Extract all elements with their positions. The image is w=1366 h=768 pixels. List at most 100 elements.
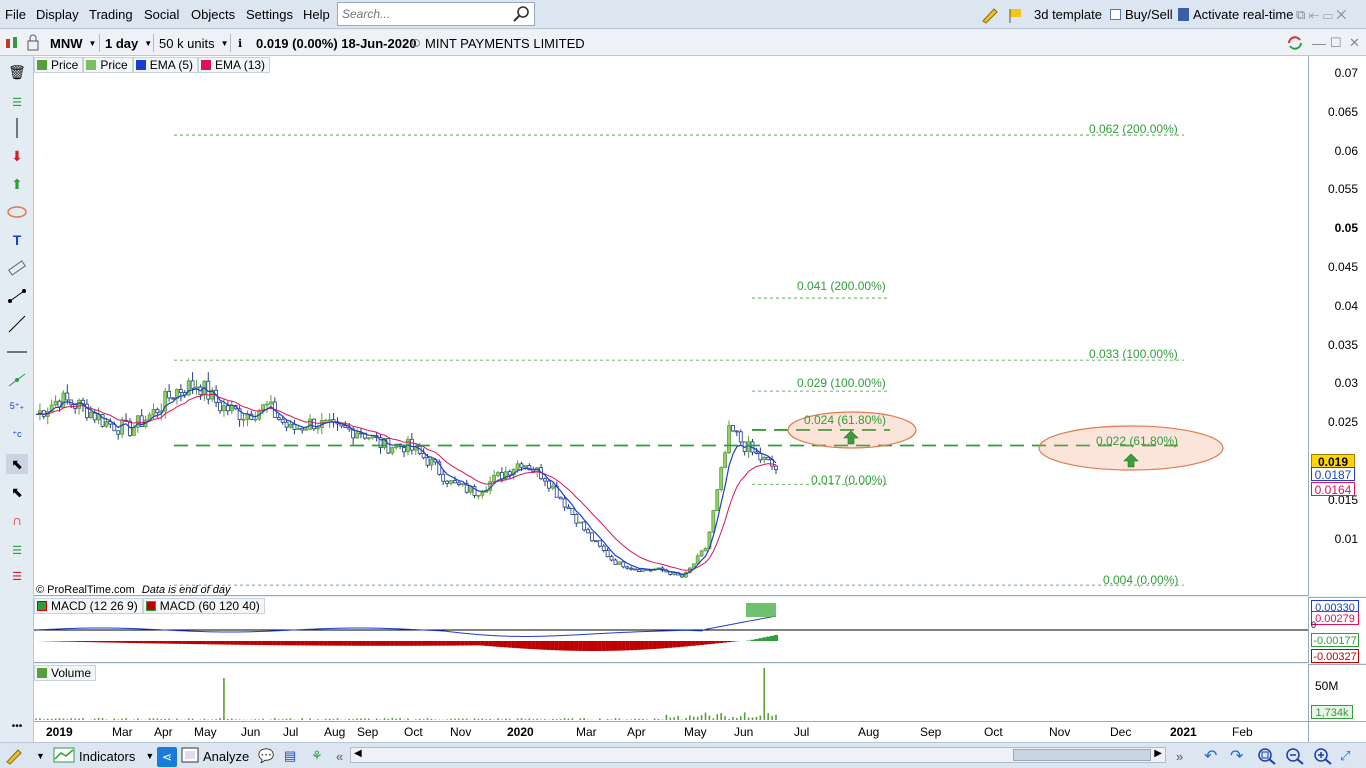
close-icon[interactable]: ✕ <box>1349 33 1360 53</box>
menu-settings[interactable]: Settings <box>246 7 293 22</box>
scroll-end-icon[interactable]: » <box>1176 747 1183 765</box>
minimize-icon[interactable]: — <box>1312 33 1326 53</box>
units-dropdown[interactable]: 50 k units ▼ <box>159 33 229 53</box>
fib-up-icon[interactable]: ☰ <box>6 540 28 560</box>
channel-tool-icon[interactable] <box>6 370 28 390</box>
chat-icon[interactable]: 💬 <box>258 747 274 765</box>
more-tools-icon[interactable]: ••• <box>6 716 28 736</box>
scroll-left-double-icon[interactable]: « <box>336 747 343 765</box>
volume-bar <box>277 719 280 720</box>
search-input[interactable] <box>338 3 508 25</box>
horizontal-line-icon[interactable] <box>6 342 28 362</box>
fullscreen-icon[interactable]: ⤢ <box>1340 747 1350 765</box>
legend-ema13[interactable]: EMA (13) <box>198 57 271 73</box>
buy-arrow-icon[interactable]: ⬆ <box>6 174 28 194</box>
fibonacci-tool-icon[interactable]: ☰ <box>6 92 28 112</box>
price-axis[interactable]: 0.07 0.065 0.06 0.055 0.05 0.045 0.04 0.… <box>1308 56 1366 596</box>
legend-price2[interactable]: Price <box>83 57 133 73</box>
alert-icon[interactable]: ⚘ <box>311 747 323 765</box>
chart-window-icon[interactable]: ▤ <box>284 747 296 765</box>
segment-tool-icon[interactable] <box>6 286 28 306</box>
maximize-icon[interactable]: ☐ <box>1330 33 1342 53</box>
window-tools-icon[interactable]: ⧉ ⇤ ▭ ✕ <box>1292 4 1350 25</box>
date-tick: Aug <box>858 725 880 739</box>
volume-axis[interactable]: 50M 1,734k <box>1308 664 1366 721</box>
analyze-button[interactable]: Analyze <box>181 747 249 765</box>
horizontal-scrollbar[interactable]: ◀ ▶ <box>350 747 1166 763</box>
symbol-dropdown[interactable]: MNW ▼ <box>50 33 96 53</box>
refresh-icon[interactable] <box>1286 33 1304 53</box>
share-icon[interactable]: ⋖ <box>157 747 177 767</box>
pencil-icon[interactable] <box>976 4 1004 25</box>
menu-social[interactable]: Social <box>144 7 179 22</box>
price-bar <box>421 453 426 459</box>
zoom-out-icon[interactable] <box>1285 747 1305 765</box>
watermark: © ProRealTime.com Data is end of day <box>36 584 231 596</box>
date-tick: Apr <box>627 725 646 739</box>
info-icon[interactable]: ℹ <box>238 33 242 53</box>
volume-bar <box>653 718 656 720</box>
legend-price1[interactable]: Price <box>34 57 84 73</box>
volume-bar <box>219 718 221 720</box>
scroll-right-icon[interactable]: ▶ <box>1154 748 1162 759</box>
search-icon[interactable] <box>512 5 530 26</box>
menu-help[interactable]: Help <box>303 7 330 22</box>
menu-display[interactable]: Display <box>36 7 79 22</box>
text-tool-icon[interactable]: T <box>6 230 28 250</box>
volume-bar <box>461 718 464 720</box>
zoom-in-icon[interactable] <box>1313 747 1333 765</box>
legend-macd2[interactable]: MACD (60 120 40) <box>142 598 265 614</box>
pointer-tool-icon[interactable]: ⬉ <box>6 454 28 474</box>
zoom-pointer-icon[interactable]: ⬉ <box>6 482 28 502</box>
macd-axis[interactable]: 0.00330 0.00279 0 -0.00177 -0.00327 <box>1308 597 1366 663</box>
trendline-tool-icon[interactable] <box>6 314 28 334</box>
legend-ema5[interactable]: EMA (5) <box>132 57 199 73</box>
ruler-icon[interactable] <box>6 258 28 278</box>
macd-pane[interactable]: MACD (12 26 9) MACD (60 120 40) <box>34 597 1308 663</box>
price-bar <box>323 419 328 422</box>
flag-icon[interactable] <box>1002 4 1028 25</box>
template-button[interactable]: 3d template <box>1030 4 1106 25</box>
magnet-icon[interactable]: ∩ <box>6 510 28 530</box>
price-bar <box>719 467 724 490</box>
price-bar <box>621 561 626 568</box>
menu-trading[interactable]: Trading <box>89 7 133 22</box>
activate-realtime-button[interactable]: Activate real-time <box>1174 4 1297 25</box>
period-dropdown[interactable]: 1 day ▼ <box>105 33 152 53</box>
menu-objects[interactable]: Objects <box>191 7 235 22</box>
undo-icon[interactable]: ↶ <box>1204 747 1217 765</box>
price-bar <box>425 457 430 466</box>
volume-pane[interactable]: Volume <box>34 664 1308 721</box>
volume-bar <box>215 719 217 720</box>
vertical-line-icon[interactable] <box>6 118 28 138</box>
fib-down-icon[interactable]: ☰ <box>6 566 28 586</box>
redo-icon[interactable]: ↷ <box>1230 747 1243 765</box>
price-chart-pane[interactable]: Price Price EMA (5) EMA (13) © ProRealTi… <box>34 56 1308 596</box>
chart-type-icon[interactable] <box>4 33 20 53</box>
buysell-button[interactable]: Buy/Sell <box>1106 4 1177 25</box>
lock-icon[interactable] <box>25 33 41 53</box>
price-bar <box>429 458 434 466</box>
volume-bar <box>540 719 542 720</box>
price-bar <box>304 428 309 431</box>
sell-arrow-icon[interactable]: ⬇ <box>6 146 28 166</box>
legend-volume[interactable]: Volume <box>34 665 97 681</box>
legend-label: EMA (13) <box>215 58 266 72</box>
wave-labels-icon[interactable]: ⁺c <box>6 424 28 444</box>
draw-pencil-icon[interactable] <box>4 747 26 765</box>
legend-macd1[interactable]: MACD (12 26 9) <box>34 598 143 614</box>
price-bar <box>128 420 132 436</box>
scroll-left-icon[interactable]: ◀ <box>354 748 362 759</box>
volume-bar <box>238 719 241 720</box>
price-bar <box>629 567 634 570</box>
ellipse-tool-icon[interactable] <box>6 202 28 222</box>
date-axis[interactable]: 2019 Mar Apr May Jun Jul Aug Sep Oct Nov 2020 Mar Ap… <box>34 721 1308 742</box>
elliott-wave-icon[interactable]: 5⁺₊ <box>6 396 28 416</box>
indicators-button[interactable]: Indicators ▼ <box>53 747 154 765</box>
zoom-fit-icon[interactable] <box>1257 747 1277 765</box>
indicators-dropdown-arrow: ▼ <box>145 751 155 761</box>
trash-icon[interactable]: 🗑 <box>6 62 28 82</box>
scrollbar-thumb[interactable] <box>1013 749 1151 761</box>
drawing-dropdown-arrow[interactable]: ▼ <box>36 747 45 765</box>
menu-file[interactable]: File <box>5 7 26 22</box>
